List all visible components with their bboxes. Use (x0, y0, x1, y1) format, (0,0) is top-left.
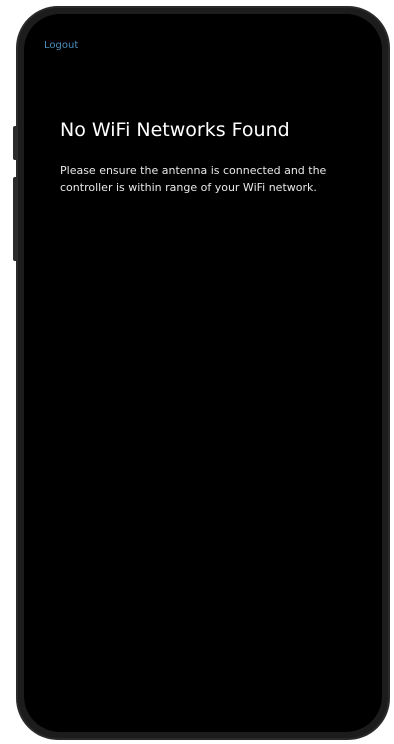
volume-button (13, 126, 18, 160)
logout-link[interactable]: Logout (44, 40, 78, 51)
app-screen: Logout No WiFi Networks Found Please ens… (24, 14, 382, 732)
side-button (13, 177, 18, 261)
status-message: Please ensure the antenna is connected a… (60, 164, 327, 194)
page-title: No WiFi Networks Found (60, 119, 290, 141)
